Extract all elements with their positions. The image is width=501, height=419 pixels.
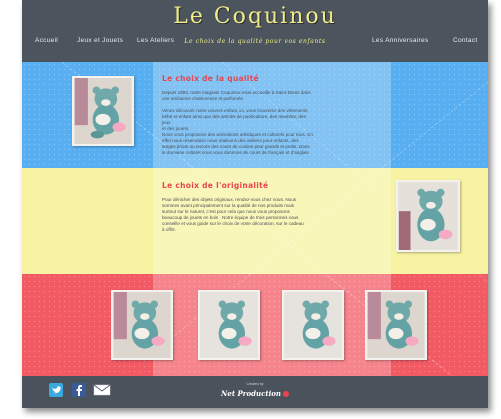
toy-illustration: [200, 292, 258, 358]
created-by-label: Created by: [246, 382, 264, 386]
credit-text: Net Production: [220, 389, 282, 398]
gallery-photo[interactable]: [282, 290, 344, 360]
gallery-photo[interactable]: [198, 290, 260, 360]
credit-link[interactable]: Net Production: [22, 389, 488, 398]
section-text-quality: Depuis 1993, notre magasin Coquinou vous…: [162, 90, 387, 156]
toy-illustration: [113, 292, 171, 358]
text-line: le domaine culturel nous vous donnons de…: [162, 150, 309, 155]
section-text-originality: Pour dénicher des objets originaux, rend…: [162, 197, 372, 233]
toy-photo: [396, 180, 460, 252]
nav-item-contact[interactable]: Contact: [453, 37, 478, 44]
toy-illustration: [398, 182, 458, 250]
nav-item-les-anniversaires[interactable]: Les Anniversaires: [372, 37, 428, 44]
page-frame: Le Coquinou Le choix de la qualité pour …: [22, 0, 488, 408]
nav-item-jeux-et-jouets[interactable]: Jeux et Jouets: [77, 37, 123, 44]
section-title-originality: Le choix de l'originalité: [162, 181, 269, 190]
nav-item-les-ateliers[interactable]: Les Ateliers: [137, 37, 174, 44]
gallery-photo[interactable]: [365, 290, 427, 360]
text-line: à offrir.: [162, 227, 176, 232]
section-title-quality: Le choix de la qualité: [162, 74, 259, 83]
credit-logo-dot: [283, 391, 290, 397]
toy-photo: [72, 76, 134, 146]
site-logo[interactable]: Le Coquinou: [22, 4, 488, 29]
toy-illustration: [284, 292, 342, 358]
toy-illustration: [367, 292, 425, 358]
gallery-photo[interactable]: [111, 290, 173, 360]
nav-item-accueil[interactable]: Accueil: [35, 37, 58, 44]
toy-illustration: [74, 78, 132, 144]
